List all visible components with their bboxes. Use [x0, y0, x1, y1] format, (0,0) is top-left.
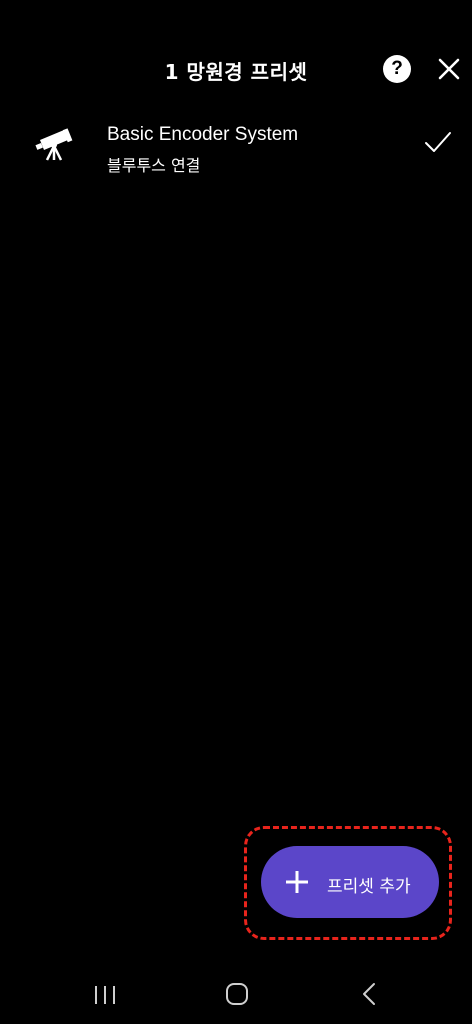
close-icon	[438, 58, 460, 80]
system-nav-bar	[0, 964, 472, 1024]
help-icon: ?	[391, 58, 403, 79]
close-button[interactable]	[437, 57, 461, 81]
add-preset-button[interactable]: 프리셋 추가	[261, 846, 439, 918]
recent-apps-icon[interactable]	[92, 984, 118, 1006]
header: 1 망원경 프리셋 ?	[0, 40, 472, 100]
plus-icon	[286, 871, 308, 893]
help-button[interactable]: ?	[383, 55, 411, 83]
preset-item[interactable]: Basic Encoder System 블루투스 연결	[0, 110, 472, 182]
add-preset-label: 프리셋 추가	[327, 877, 411, 897]
back-icon[interactable]	[360, 982, 378, 1006]
preset-name: Basic Encoder System	[107, 124, 299, 145]
check-icon	[425, 132, 451, 152]
home-icon[interactable]	[225, 982, 249, 1006]
telescope-icon	[35, 128, 73, 161]
preset-connection: 블루투스 연결	[107, 156, 201, 175]
